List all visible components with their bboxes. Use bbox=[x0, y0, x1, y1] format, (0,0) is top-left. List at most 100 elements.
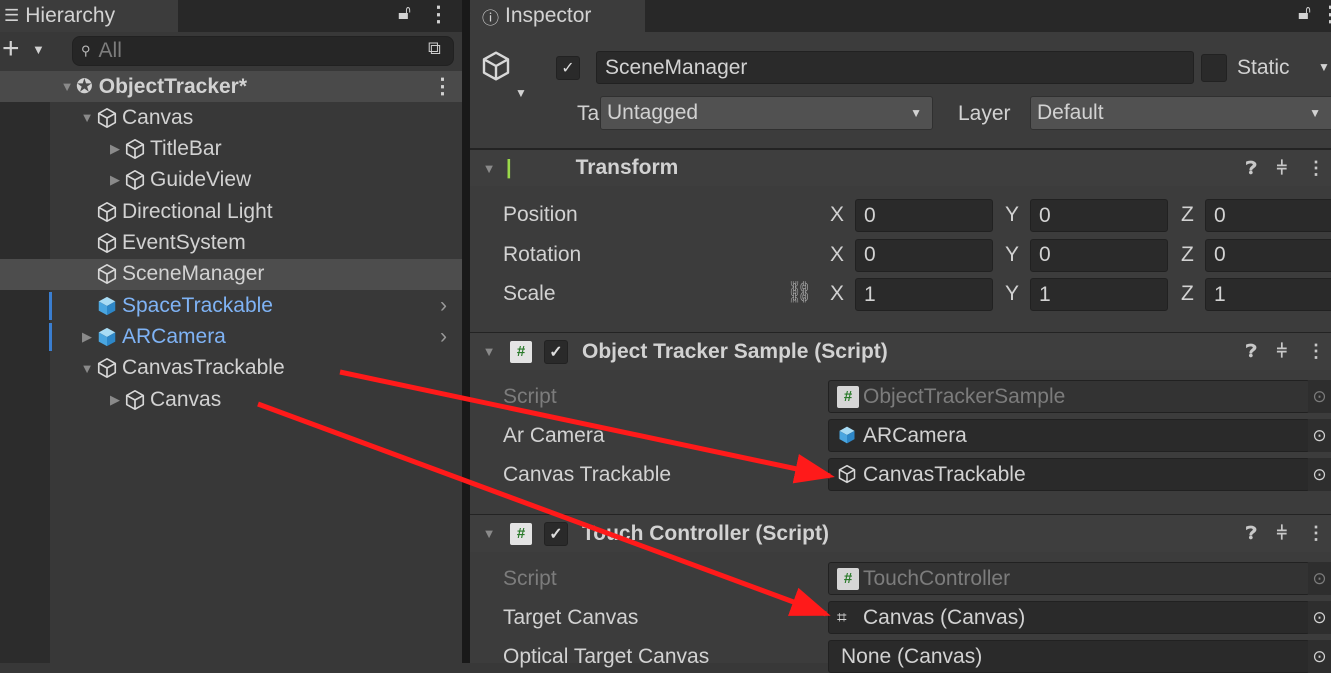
object-field: # ObjectTrackerSample bbox=[828, 380, 1310, 413]
axis-y-label[interactable]: Y bbox=[1005, 203, 1019, 227]
axis-y-label[interactable]: Y bbox=[1005, 282, 1019, 306]
chevron-down-icon[interactable]: ▼ bbox=[1318, 60, 1330, 74]
hierarchy-item[interactable]: ▼ ✪ ObjectTracker* ⋮ bbox=[0, 71, 462, 102]
object-picker-icon[interactable]: ⊙ bbox=[1308, 419, 1331, 452]
field-value: Canvas (Canvas) bbox=[863, 605, 1026, 629]
axis-x-label[interactable]: X bbox=[830, 282, 844, 306]
chevron-right-icon[interactable]: › bbox=[440, 325, 447, 349]
rotation-x-input[interactable]: 0 bbox=[855, 238, 993, 272]
scale-y-input[interactable]: 1 bbox=[1030, 278, 1168, 311]
static-checkbox[interactable] bbox=[1201, 54, 1227, 82]
hierarchy-item[interactable]: ▼ CanvasTrackable bbox=[0, 353, 462, 384]
preset-icon[interactable]: ⫩ bbox=[1277, 523, 1287, 544]
component-header[interactable]: ▼ # ✓ Object Tracker Sample (Script) ❓︎ ⫩ ⋮ bbox=[470, 332, 1331, 370]
lock-icon[interactable]: 🔓︎ bbox=[398, 2, 411, 25]
hierarchy-item[interactable]: ▶ GuideView bbox=[0, 165, 462, 196]
hierarchy-item[interactable]: Directional Light bbox=[0, 196, 462, 227]
object-name: SceneManager bbox=[605, 55, 748, 79]
object-name-input[interactable]: SceneManager bbox=[596, 51, 1194, 84]
object-picker-icon[interactable]: ⊙ bbox=[1308, 640, 1331, 673]
object-picker-icon[interactable]: ⊙ bbox=[1308, 458, 1331, 491]
more-icon[interactable]: ⋮ bbox=[1307, 158, 1325, 179]
axis-y-label[interactable]: Y bbox=[1005, 243, 1019, 267]
preset-icon[interactable]: ⫩ bbox=[1277, 341, 1287, 362]
help-icon[interactable]: ❓︎ bbox=[1246, 341, 1257, 362]
transform-header[interactable]: ▼ | Transform ❓︎ ⫩ ⋮ bbox=[470, 148, 1331, 186]
axis-x-label[interactable]: X bbox=[830, 203, 844, 227]
chevron-down-icon[interactable]: ▼ bbox=[515, 86, 527, 100]
hierarchy-item[interactable]: SceneManager bbox=[0, 258, 462, 290]
collapse-icon[interactable]: ▼ bbox=[480, 344, 498, 359]
tab-inspector[interactable]: ⓘ Inspector bbox=[470, 0, 645, 32]
help-icon[interactable]: ❓︎ bbox=[1246, 158, 1257, 179]
hierarchy-item[interactable]: SpaceTrackable › bbox=[0, 290, 462, 321]
gameobject-icon[interactable] bbox=[480, 50, 516, 90]
object-picker-icon[interactable]: ⊙ bbox=[1308, 601, 1331, 634]
hierarchy-item[interactable]: EventSystem bbox=[0, 228, 462, 259]
axis-z-label[interactable]: Z bbox=[1181, 243, 1194, 267]
scale-z-input[interactable]: 1 bbox=[1205, 278, 1331, 311]
search-input[interactable]: ⚲ All bbox=[72, 36, 454, 66]
help-icon[interactable]: ❓︎ bbox=[1246, 523, 1257, 544]
rotation-z-input[interactable]: 0 bbox=[1205, 238, 1331, 272]
object-field[interactable]: CanvasTrackable bbox=[828, 458, 1310, 491]
hierarchy-item-label: EventSystem bbox=[122, 231, 246, 254]
preset-icon[interactable]: ⫩ bbox=[1277, 158, 1287, 179]
collapse-icon[interactable]: ▼ bbox=[480, 526, 498, 541]
position-y-input[interactable]: 0 bbox=[1030, 199, 1168, 232]
expanded-arrow-icon[interactable]: ▼ bbox=[78, 361, 96, 376]
more-icon[interactable]: ⋮ bbox=[1307, 341, 1325, 362]
hierarchy-item[interactable]: ▶ ARCamera › bbox=[0, 321, 462, 352]
object-field[interactable]: ⌗ Canvas (Canvas) bbox=[828, 601, 1310, 634]
gameobject-icon bbox=[97, 233, 117, 253]
property-label: Optical Target Canvas bbox=[503, 645, 710, 668]
more-icon[interactable]: ⋮ bbox=[432, 74, 453, 99]
more-icon[interactable]: ⋮ bbox=[1307, 523, 1325, 544]
collapsed-arrow-icon[interactable]: ▶ bbox=[78, 329, 96, 345]
constrain-proportions-icon[interactable]: ⛓︎ bbox=[786, 281, 813, 305]
field-value: 0 bbox=[864, 243, 876, 266]
layer-dropdown[interactable]: Default ▼ bbox=[1030, 96, 1331, 130]
field-value: 1 bbox=[1214, 282, 1226, 306]
object-field[interactable]: ARCamera bbox=[828, 419, 1310, 452]
scale-x-input[interactable]: 1 bbox=[855, 278, 993, 311]
hierarchy-item[interactable]: ▼ Canvas bbox=[0, 102, 462, 133]
collapsed-arrow-icon[interactable]: ▶ bbox=[106, 172, 124, 188]
scene-view-icon[interactable]: ⧉ bbox=[428, 38, 441, 59]
axis-z-label[interactable]: Z bbox=[1181, 282, 1194, 306]
panel-divider[interactable] bbox=[462, 0, 470, 663]
more-icon[interactable]: ⋮ bbox=[1320, 2, 1331, 27]
more-icon[interactable]: ⋮ bbox=[428, 2, 449, 27]
axis-x-label[interactable]: X bbox=[830, 243, 844, 267]
lock-icon[interactable]: 🔓︎ bbox=[1298, 2, 1311, 25]
tab-hierarchy[interactable]: ☰ Hierarchy bbox=[0, 0, 178, 32]
gameobject-icon bbox=[97, 201, 117, 222]
object-picker-icon[interactable]: ⊙ bbox=[1308, 380, 1331, 413]
active-checkbox[interactable]: ✓ bbox=[556, 56, 580, 80]
object-picker-icon[interactable]: ⊙ bbox=[1308, 562, 1331, 595]
hierarchy-item-label: TitleBar bbox=[150, 137, 222, 161]
object-field[interactable]: None (Canvas) bbox=[828, 640, 1310, 673]
enabled-checkbox[interactable]: ✓ bbox=[544, 339, 568, 364]
chevron-down-icon[interactable]: ▼ bbox=[32, 42, 45, 57]
enabled-checkbox[interactable]: ✓ bbox=[544, 521, 568, 546]
gameobject-icon bbox=[97, 107, 117, 128]
chevron-right-icon[interactable]: › bbox=[440, 294, 447, 318]
hierarchy-item[interactable]: ▶ Canvas bbox=[0, 384, 462, 415]
list-icon: ☰ bbox=[4, 6, 20, 25]
collapse-icon[interactable]: ▼ bbox=[480, 161, 498, 176]
position-z-input[interactable]: 0 bbox=[1205, 199, 1331, 232]
expanded-arrow-icon[interactable]: ▼ bbox=[58, 79, 76, 94]
collapsed-arrow-icon[interactable]: ▶ bbox=[106, 141, 124, 157]
add-icon[interactable]: + bbox=[2, 34, 20, 64]
component-header[interactable]: ▼ # ✓ Touch Controller (Script) ❓︎ ⫩ ⋮ bbox=[470, 514, 1331, 552]
rotation-y-input[interactable]: 0 bbox=[1030, 238, 1168, 272]
expanded-arrow-icon[interactable]: ▼ bbox=[78, 110, 96, 125]
tag-dropdown[interactable]: Untagged ▼ bbox=[600, 96, 933, 130]
hierarchy-item-label: GuideView bbox=[150, 168, 252, 192]
collapsed-arrow-icon[interactable]: ▶ bbox=[106, 392, 124, 408]
position-x-input[interactable]: 0 bbox=[855, 199, 993, 232]
axis-z-label[interactable]: Z bbox=[1181, 203, 1194, 227]
hierarchy-item[interactable]: ▶ TitleBar bbox=[0, 134, 462, 165]
field-value: 0 bbox=[1039, 203, 1051, 227]
